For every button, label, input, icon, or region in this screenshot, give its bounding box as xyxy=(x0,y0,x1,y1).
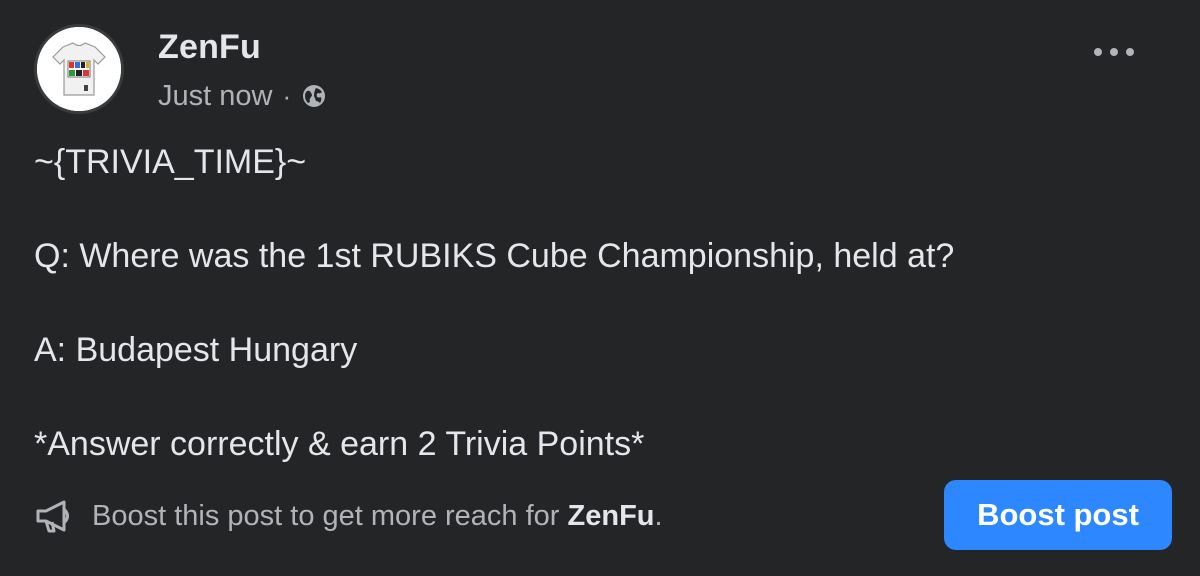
boost-prompt: Boost this post to get more reach for Ze… xyxy=(34,494,663,538)
post-body: ~{TRIVIA_TIME}~ Q: Where was the 1st RUB… xyxy=(34,140,1164,466)
avatar[interactable] xyxy=(34,24,124,114)
post-meta: Just now · xyxy=(158,76,327,116)
boost-post-button[interactable]: Boost post xyxy=(944,480,1172,550)
post-body-line: ~{TRIVIA_TIME}~ xyxy=(34,143,307,181)
meta-separator: · xyxy=(282,80,292,111)
megaphone-icon xyxy=(36,500,69,533)
boost-bar: Boost this post to get more reach for Ze… xyxy=(34,480,1172,550)
post-body-line: *Answer correctly & earn 2 Trivia Points… xyxy=(34,425,645,463)
boost-text-prefix: Boost this post to get more reach for xyxy=(92,499,568,532)
more-options-icon[interactable] xyxy=(1094,42,1134,62)
globe-icon[interactable] xyxy=(301,83,327,109)
more-dot xyxy=(1126,48,1134,56)
timestamp[interactable]: Just now xyxy=(158,80,272,113)
author-name[interactable]: ZenFu xyxy=(158,28,261,67)
boost-text-suffix: . xyxy=(654,499,663,532)
more-dot xyxy=(1110,48,1118,56)
boost-text: Boost this post to get more reach for Ze… xyxy=(92,500,663,533)
post-header: ZenFu Just now · xyxy=(34,24,1164,120)
more-dot xyxy=(1094,48,1102,56)
boost-text-name: ZenFu xyxy=(567,499,655,532)
tshirt-avatar-icon xyxy=(37,27,121,111)
post-body-line: A: Budapest Hungary xyxy=(34,331,358,369)
post-body-line: Q: Where was the 1st RUBIKS Cube Champio… xyxy=(34,237,955,275)
post-card: ZenFu Just now · ~{TRIVIA_TIME}~ Q: Wher… xyxy=(0,0,1200,576)
